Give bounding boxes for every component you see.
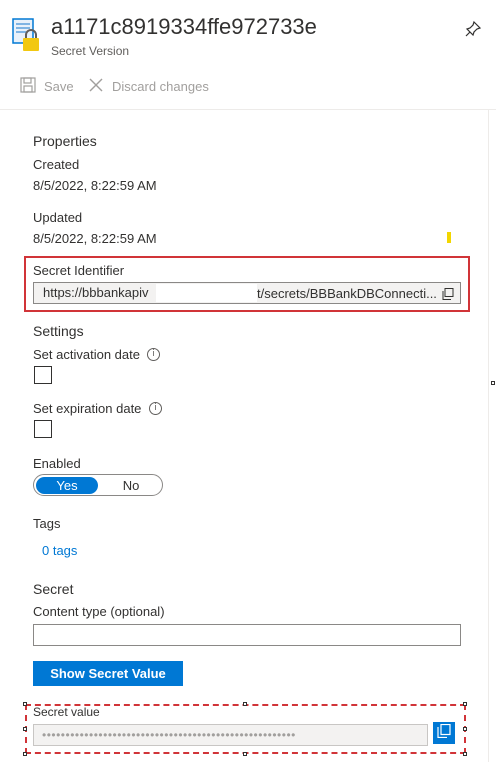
redaction-mask — [156, 284, 257, 302]
selection-handle[interactable] — [23, 752, 27, 756]
toolbar-divider — [0, 109, 496, 110]
tags-label: Tags — [33, 516, 61, 531]
save-label: Save — [44, 79, 74, 94]
selection-handle[interactable] — [463, 727, 467, 731]
info-icon[interactable]: i — [147, 348, 160, 361]
pin-icon[interactable] — [464, 20, 482, 38]
info-icon[interactable]: i — [149, 402, 162, 415]
discard-label: Discard changes — [112, 79, 209, 94]
content-type-input[interactable] — [33, 624, 461, 646]
secret-value-field[interactable]: ••••••••••••••••••••••••••••••••••••••••… — [33, 724, 428, 746]
secret-identifier-label: Secret Identifier — [33, 263, 125, 278]
close-icon — [88, 77, 104, 96]
resize-handle[interactable] — [491, 381, 495, 385]
activation-date-checkbox[interactable] — [34, 366, 52, 384]
selection-handle[interactable] — [23, 727, 27, 731]
secret-identifier-suffix: t/secrets/BBBankDBConnecti... — [257, 286, 437, 301]
key-vault-secret-icon — [12, 18, 40, 51]
selection-handle[interactable] — [243, 702, 247, 706]
secret-identifier-prefix: https://bbbankapiv — [43, 285, 149, 300]
copy-icon — [437, 723, 451, 743]
panel-border — [488, 110, 489, 762]
activation-date-label: Set activation date — [33, 347, 140, 362]
secret-heading: Secret — [33, 581, 74, 597]
copy-icon[interactable] — [442, 287, 454, 300]
save-icon — [20, 77, 36, 96]
discard-changes-button[interactable]: Discard changes — [88, 77, 209, 96]
save-button[interactable]: Save — [20, 77, 74, 96]
selection-handle[interactable] — [243, 752, 247, 756]
created-value: 8/5/2022, 8:22:59 AM — [33, 178, 157, 193]
enabled-yes-option[interactable]: Yes — [36, 477, 98, 494]
enabled-no-option[interactable]: No — [100, 477, 162, 494]
show-secret-value-button[interactable]: Show Secret Value — [33, 661, 183, 686]
cursor-marker — [447, 232, 451, 243]
page-subtitle: Secret Version — [51, 44, 130, 58]
properties-heading: Properties — [33, 133, 97, 149]
selection-handle[interactable] — [463, 702, 467, 706]
copy-secret-value-button[interactable] — [433, 722, 455, 744]
updated-value: 8/5/2022, 8:22:59 AM — [33, 231, 157, 246]
created-label: Created — [33, 157, 80, 172]
enabled-label: Enabled — [33, 456, 81, 471]
tags-link[interactable]: 0 tags — [42, 543, 77, 558]
updated-label: Updated — [33, 210, 83, 225]
selection-handle[interactable] — [463, 752, 467, 756]
page-title: a1171c8919334ffe972733e — [51, 14, 317, 39]
content-type-label: Content type (optional) — [33, 604, 165, 619]
settings-heading: Settings — [33, 323, 84, 339]
expiration-date-checkbox[interactable] — [34, 420, 52, 438]
expiration-date-label: Set expiration date — [33, 401, 142, 416]
secret-value-label: Secret value — [33, 705, 100, 719]
selection-handle[interactable] — [23, 702, 27, 706]
